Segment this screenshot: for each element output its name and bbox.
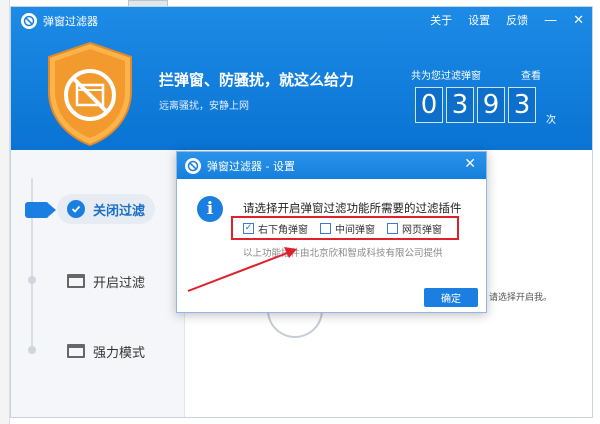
checkbox-checked[interactable]: ✓: [243, 222, 254, 234]
option-label: 中间弹窗: [335, 224, 375, 236]
mode-sidebar: 关闭过滤 开启过滤 强力模式: [11, 150, 185, 417]
app-logo-icon: [21, 13, 37, 29]
nav-item-label: 强力模式: [93, 345, 146, 361]
active-pointer-icon: [25, 202, 56, 218]
minimize-icon[interactable]: —: [544, 14, 557, 27]
counter-unit: 次: [546, 115, 556, 126]
shield-block-icon: [48, 41, 132, 147]
desktop-background: [0, 0, 10, 424]
checkbox[interactable]: [320, 222, 331, 234]
plugin-options: ✓ 右下角弹窗 中间弹窗 网页弹窗: [231, 216, 459, 240]
check-circle-icon: [67, 200, 85, 218]
window-icon: [67, 344, 85, 358]
settings-dialog: 弹窗过滤器 - 设置 ✕ i 请选择开启弹窗过滤功能所需要的过滤插件 ✓ 右下角…: [176, 151, 487, 313]
slogan-heading: 拦弹窗、防骚扰，就这么给力: [159, 71, 355, 89]
counter-digit: 3: [508, 87, 536, 123]
view-link[interactable]: 查看: [521, 67, 541, 82]
option-label: 右下角弹窗: [258, 224, 308, 236]
dialog-close-icon[interactable]: ✕: [464, 156, 476, 172]
nav-item-disable-filter[interactable]: 关闭过滤: [57, 194, 156, 224]
close-icon[interactable]: ✕: [573, 14, 584, 27]
nav-item-strong-mode[interactable]: 强力模式: [57, 336, 155, 366]
counter-digit: 3: [446, 87, 474, 123]
header-banner: 弹窗过滤器 关于 设置 反馈 — ✕ 拦弹窗、防骚扰，就这么给力 远离骚扰，安静…: [11, 7, 592, 150]
title-bar: 弹窗过滤器: [21, 12, 98, 30]
nav-dot: [28, 346, 36, 354]
feedback-link[interactable]: 反馈: [506, 12, 528, 28]
top-menu: 关于 设置 反馈 — ✕: [430, 12, 584, 28]
settings-link[interactable]: 设置: [468, 12, 490, 28]
slogan-subtitle: 远离骚扰，安静上网: [159, 101, 249, 112]
dialog-title-bar: 弹窗过滤器 - 设置 ✕: [177, 152, 486, 179]
plugin-provider-note: 以上功能插件由北京欣和智成科技有限公司提供: [243, 248, 443, 259]
dialog-question: 请选择开启弹窗过滤功能所需要的过滤插件: [243, 201, 462, 215]
counter-digit: 0: [415, 87, 443, 123]
option-center-popup[interactable]: 中间弹窗: [320, 221, 375, 236]
nav-item-label: 开启过滤: [93, 275, 146, 291]
app-logo-icon: [185, 157, 201, 174]
option-label: 网页弹窗: [402, 224, 442, 236]
info-icon: i: [197, 196, 223, 222]
option-bottom-right-popup[interactable]: ✓ 右下角弹窗: [243, 221, 308, 236]
about-link[interactable]: 关于: [430, 12, 452, 28]
nav-item-label: 关闭过滤: [93, 203, 146, 219]
ok-button[interactable]: 确定: [424, 288, 478, 307]
checkbox[interactable]: [387, 222, 398, 234]
window-icon: [67, 274, 85, 288]
nav-item-enable-filter[interactable]: 开启过滤: [57, 266, 155, 296]
content-hint: 请选择开启我。: [489, 293, 553, 303]
nav-dot: [28, 276, 36, 284]
counter-digit: 9: [477, 87, 505, 123]
filter-counter: 0 3 9 3: [415, 87, 536, 123]
filter-count-label: 共为您过滤弹窗: [411, 71, 481, 82]
app-title: 弹窗过滤器: [43, 15, 98, 28]
option-web-popup[interactable]: 网页弹窗: [387, 221, 442, 236]
dialog-title: 弹窗过滤器 - 设置: [207, 159, 295, 173]
